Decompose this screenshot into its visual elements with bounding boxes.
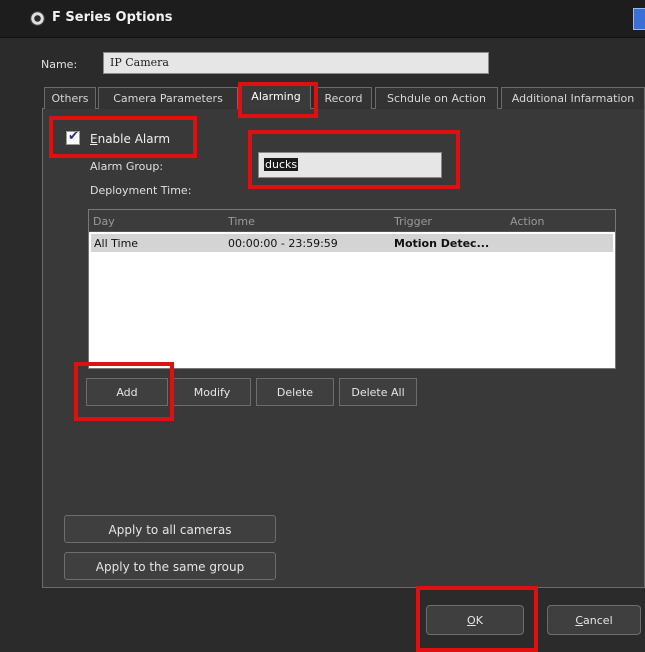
apply-to-same-group-button[interactable]: Apply to the same group xyxy=(64,552,276,580)
tab-others[interactable]: Others xyxy=(44,87,96,109)
name-input[interactable]: IP Camera xyxy=(103,52,489,74)
cell-time: 00:00:00 - 23:59:59 xyxy=(228,237,338,250)
apply-to-all-cameras-button[interactable]: Apply to all cameras xyxy=(64,515,276,543)
modify-button[interactable]: Modify xyxy=(173,378,251,406)
close-button[interactable] xyxy=(633,8,645,30)
alarm-group-input[interactable]: ducks xyxy=(258,152,442,178)
cell-trigger: Motion Detec... xyxy=(394,237,490,250)
window-title: F Series Options xyxy=(52,10,173,25)
delete-button[interactable]: Delete xyxy=(256,378,334,406)
title-bar[interactable]: F Series Options xyxy=(0,0,645,38)
ok-accel: O xyxy=(467,614,476,627)
cell-day: All Time xyxy=(94,237,139,250)
tab-strip: Others Camera Parameters Alarming Record… xyxy=(42,85,645,109)
alarm-group-label: Alarm Group: xyxy=(90,160,164,173)
cancel-accel: C xyxy=(575,614,584,627)
tab-schedule-on-action[interactable]: Schdule on Action xyxy=(375,87,498,109)
column-trigger[interactable]: Trigger xyxy=(394,215,432,228)
table-header: Day Time Trigger Action xyxy=(89,210,615,232)
add-button[interactable]: Add xyxy=(86,378,168,406)
column-action[interactable]: Action xyxy=(510,215,544,228)
enable-alarm-label-text: nable Alarm xyxy=(97,132,171,146)
name-label: Name: xyxy=(41,58,78,71)
tab-record[interactable]: Record xyxy=(315,87,372,109)
delete-all-button[interactable]: Delete All xyxy=(339,378,417,406)
ok-button[interactable]: OK xyxy=(426,605,524,635)
deployment-table[interactable]: Day Time Trigger Action All Time 00:00:0… xyxy=(88,209,616,369)
tab-additional-information[interactable]: Additional Infarmation xyxy=(501,87,645,109)
cancel-label: ancel xyxy=(583,614,613,627)
cancel-button[interactable]: Cancel xyxy=(547,605,641,635)
enable-alarm-checkbox[interactable] xyxy=(66,129,80,145)
tab-alarming[interactable]: Alarming xyxy=(241,85,311,109)
deployment-time-label: Deployment Time: xyxy=(90,184,192,197)
ok-label: K xyxy=(475,614,483,627)
alarm-group-value: ducks xyxy=(264,158,299,171)
enable-alarm-label[interactable]: Enable Alarm xyxy=(90,132,170,146)
tab-camera-parameters[interactable]: Camera Parameters xyxy=(98,87,238,109)
column-day[interactable]: Day xyxy=(93,215,115,228)
app-icon xyxy=(30,11,45,26)
table-row[interactable]: All Time 00:00:00 - 23:59:59 Motion Dete… xyxy=(91,234,613,252)
enable-alarm-accel: E xyxy=(90,132,98,146)
column-time[interactable]: Time xyxy=(228,215,255,228)
